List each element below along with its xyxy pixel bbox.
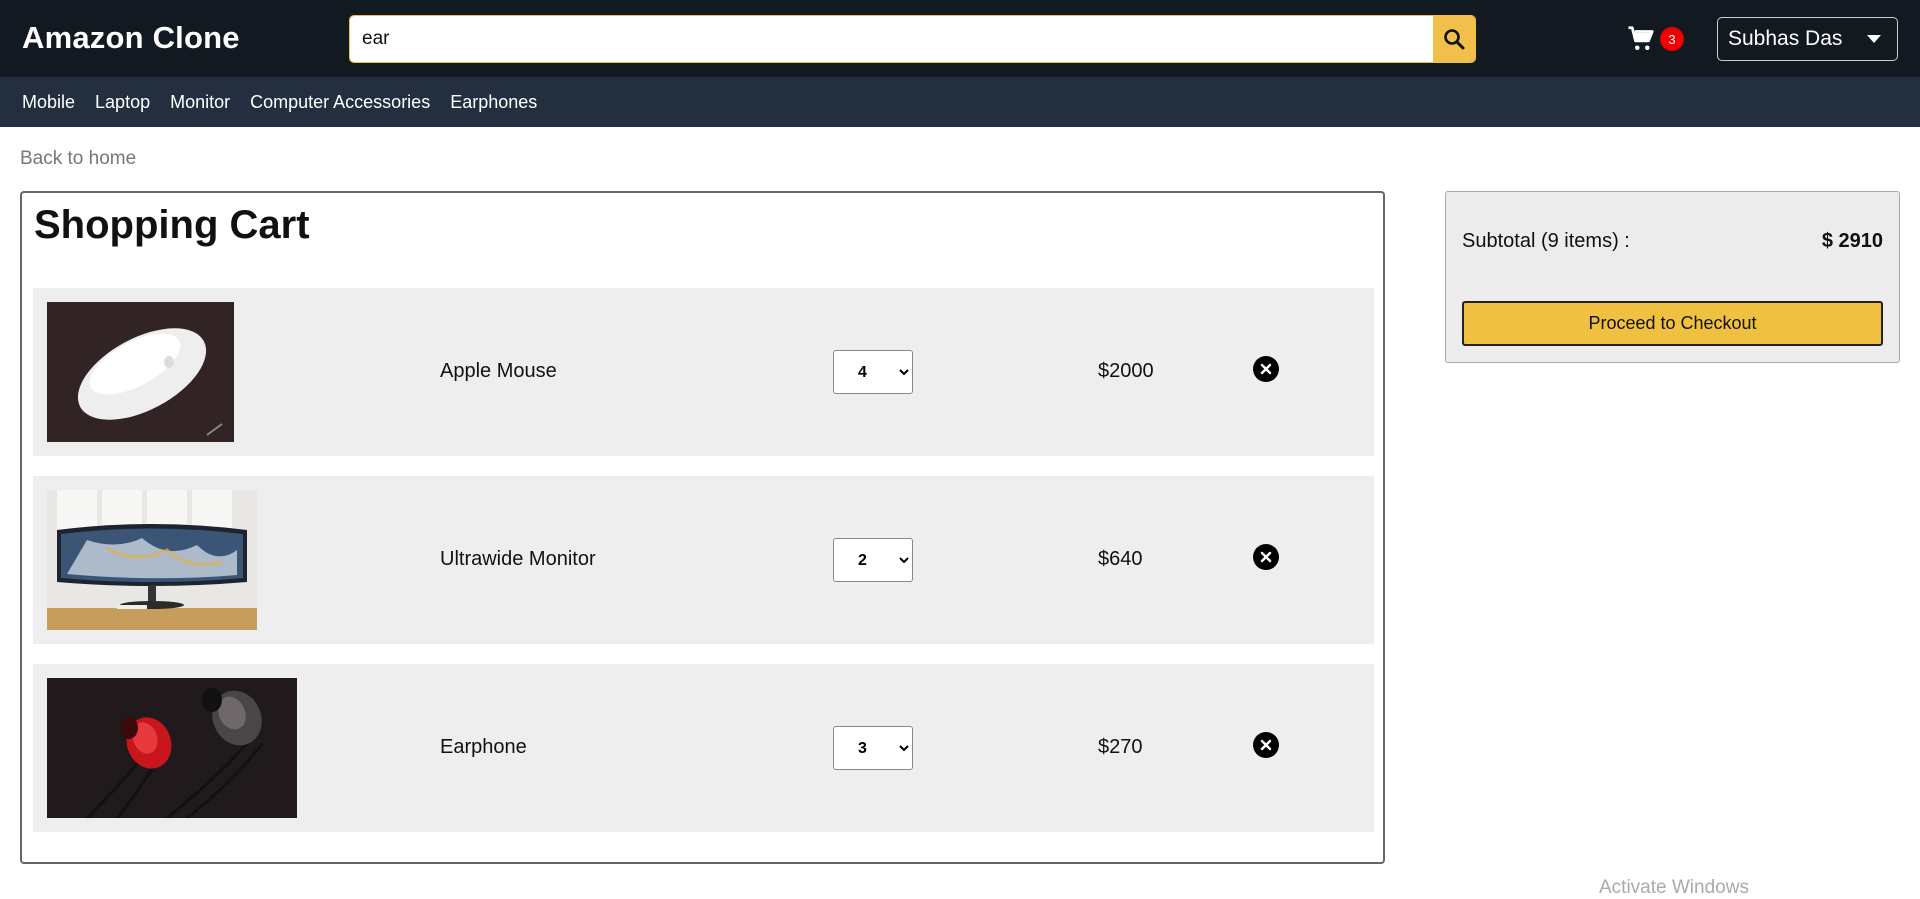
cart-item: Earphone 3 $270 [33,664,1374,832]
nav-item-earphones[interactable]: Earphones [450,92,537,113]
category-nav: Mobile Laptop Monitor Computer Accessori… [0,77,1920,127]
item-price: $640 [1098,548,1143,570]
activate-windows-watermark: Activate Windows [1599,877,1749,898]
search-button[interactable] [1433,16,1475,62]
cart-item: Apple Mouse 4 $2000 [33,288,1374,456]
search-icon [1444,29,1465,50]
product-image-mouse [47,302,234,442]
cart-item: Ultrawide Monitor 2 $640 [33,476,1374,644]
subtotal-label: Subtotal (9 items) : [1462,230,1630,252]
chevron-down-icon [1867,35,1881,43]
nav-item-mobile[interactable]: Mobile [22,92,75,113]
top-header: Amazon Clone 3 Subhas Das [0,0,1920,77]
quantity-select[interactable]: 2 [833,538,913,582]
nav-item-computer-accessories[interactable]: Computer Accessories [250,92,430,113]
proceed-to-checkout-button[interactable]: Proceed to Checkout [1462,301,1883,346]
cart-icon [1628,26,1654,50]
shopping-cart-panel: Shopping Cart Apple Mouse 4 $2000 Ultraw… [20,191,1385,864]
item-price: $270 [1098,736,1143,758]
subtotal-amount: $ 2910 [1821,230,1883,252]
user-menu-dropdown[interactable]: Subhas Das [1717,17,1898,61]
nav-item-laptop[interactable]: Laptop [95,92,150,113]
quantity-select[interactable]: 3 [833,726,913,770]
cart-button[interactable]: 3 [1626,24,1684,54]
product-image-earphone [47,678,297,818]
close-icon [1260,739,1272,751]
brand-logo[interactable]: Amazon Clone [22,20,240,56]
search-input[interactable] [350,16,1433,62]
user-name: Subhas Das [1728,27,1843,50]
item-name: Earphone [440,736,527,758]
item-price: $2000 [1098,360,1154,382]
nav-item-monitor[interactable]: Monitor [170,92,230,113]
item-name: Apple Mouse [440,360,557,382]
search-bar [349,15,1476,63]
product-image-monitor [47,490,257,630]
remove-item-button[interactable] [1253,732,1279,758]
order-summary: Subtotal (9 items) : $ 2910 Proceed to C… [1445,191,1900,363]
quantity-select[interactable]: 4 [833,350,913,394]
remove-item-button[interactable] [1253,356,1279,382]
close-icon [1260,551,1272,563]
item-name: Ultrawide Monitor [440,548,596,570]
cart-count-badge: 3 [1660,27,1684,51]
remove-item-button[interactable] [1253,544,1279,570]
page-title: Shopping Cart [34,203,310,247]
close-icon [1260,363,1272,375]
back-to-home-link[interactable]: Back to home [20,148,136,170]
